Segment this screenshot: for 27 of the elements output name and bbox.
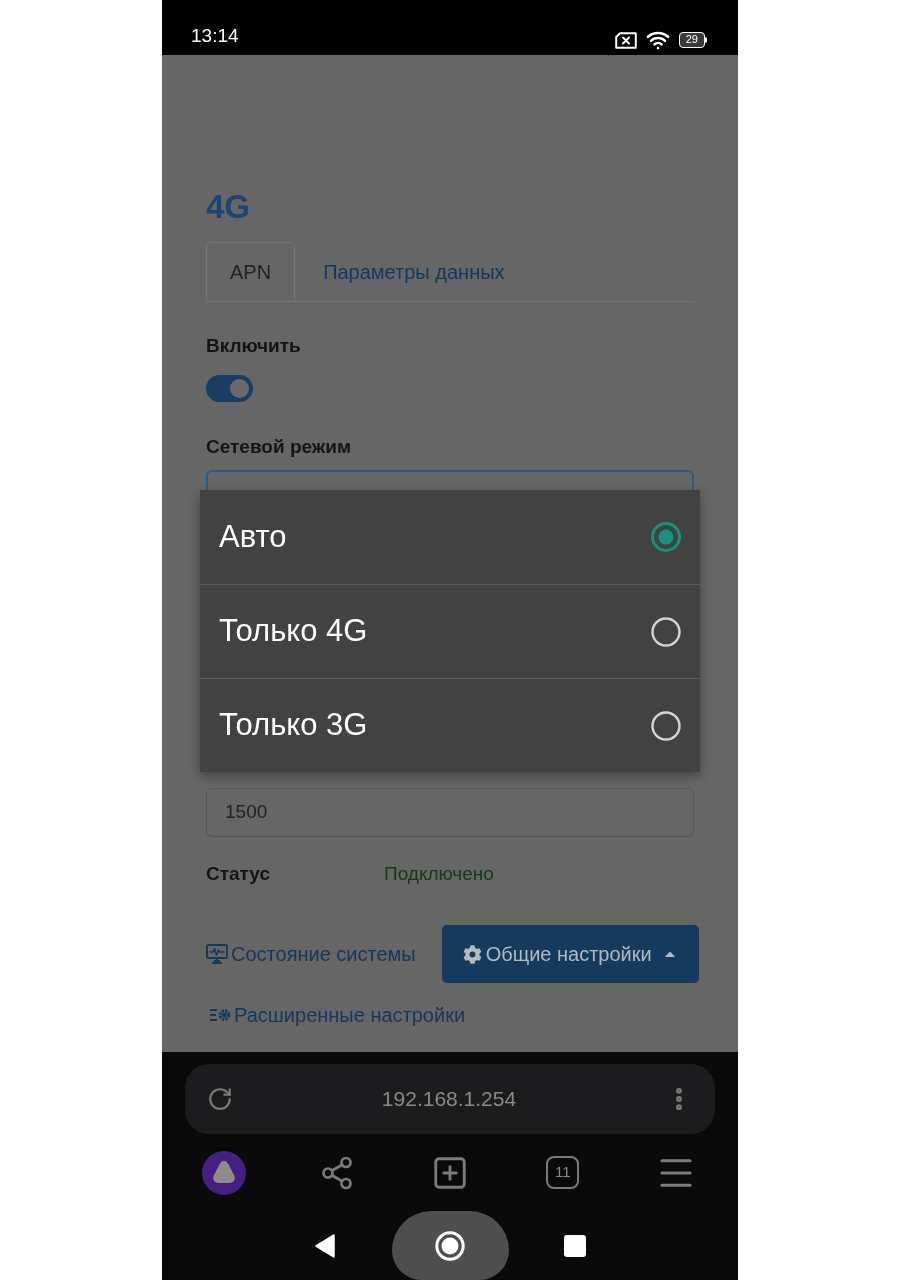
back-icon[interactable] <box>315 1233 335 1258</box>
gear-icon <box>462 944 482 964</box>
dropdown-option[interactable]: Только 3G <box>200 678 700 772</box>
input-field[interactable]: 1500 <box>206 788 694 837</box>
page-title: 4G <box>206 187 252 227</box>
address-bar[interactable]: 192.168.1.254 <box>185 1064 715 1134</box>
sim-card-x-icon <box>614 31 637 49</box>
list-gear-icon <box>209 1007 231 1023</box>
status-value: Подключено <box>384 861 494 886</box>
dropdown-option[interactable]: Только 4G <box>200 584 700 678</box>
status-time: 13:14 <box>191 25 239 47</box>
network-mode-label: Сетевой режим <box>206 435 353 459</box>
reload-icon[interactable] <box>207 1086 233 1112</box>
battery-indicator: 29 <box>678 32 707 48</box>
select-field[interactable] <box>206 470 694 490</box>
toggle-switch[interactable] <box>206 375 253 402</box>
recents-square-icon[interactable] <box>564 1234 586 1257</box>
status-label: Статус <box>206 861 272 886</box>
dropdown-option[interactable]: Авто <box>200 490 700 584</box>
tab[interactable]: APN <box>206 242 296 302</box>
triangle-disc-icon[interactable] <box>202 1150 247 1195</box>
monitor-pulse-icon <box>206 944 228 964</box>
home-circle-icon <box>435 1230 465 1261</box>
url-text: 192.168.1.254 <box>381 1086 517 1113</box>
tab-count-button[interactable]: 11 <box>546 1156 580 1189</box>
settings-dropdown-button[interactable]: Общие настройки <box>441 925 699 983</box>
enable-label: Включить <box>206 334 302 358</box>
